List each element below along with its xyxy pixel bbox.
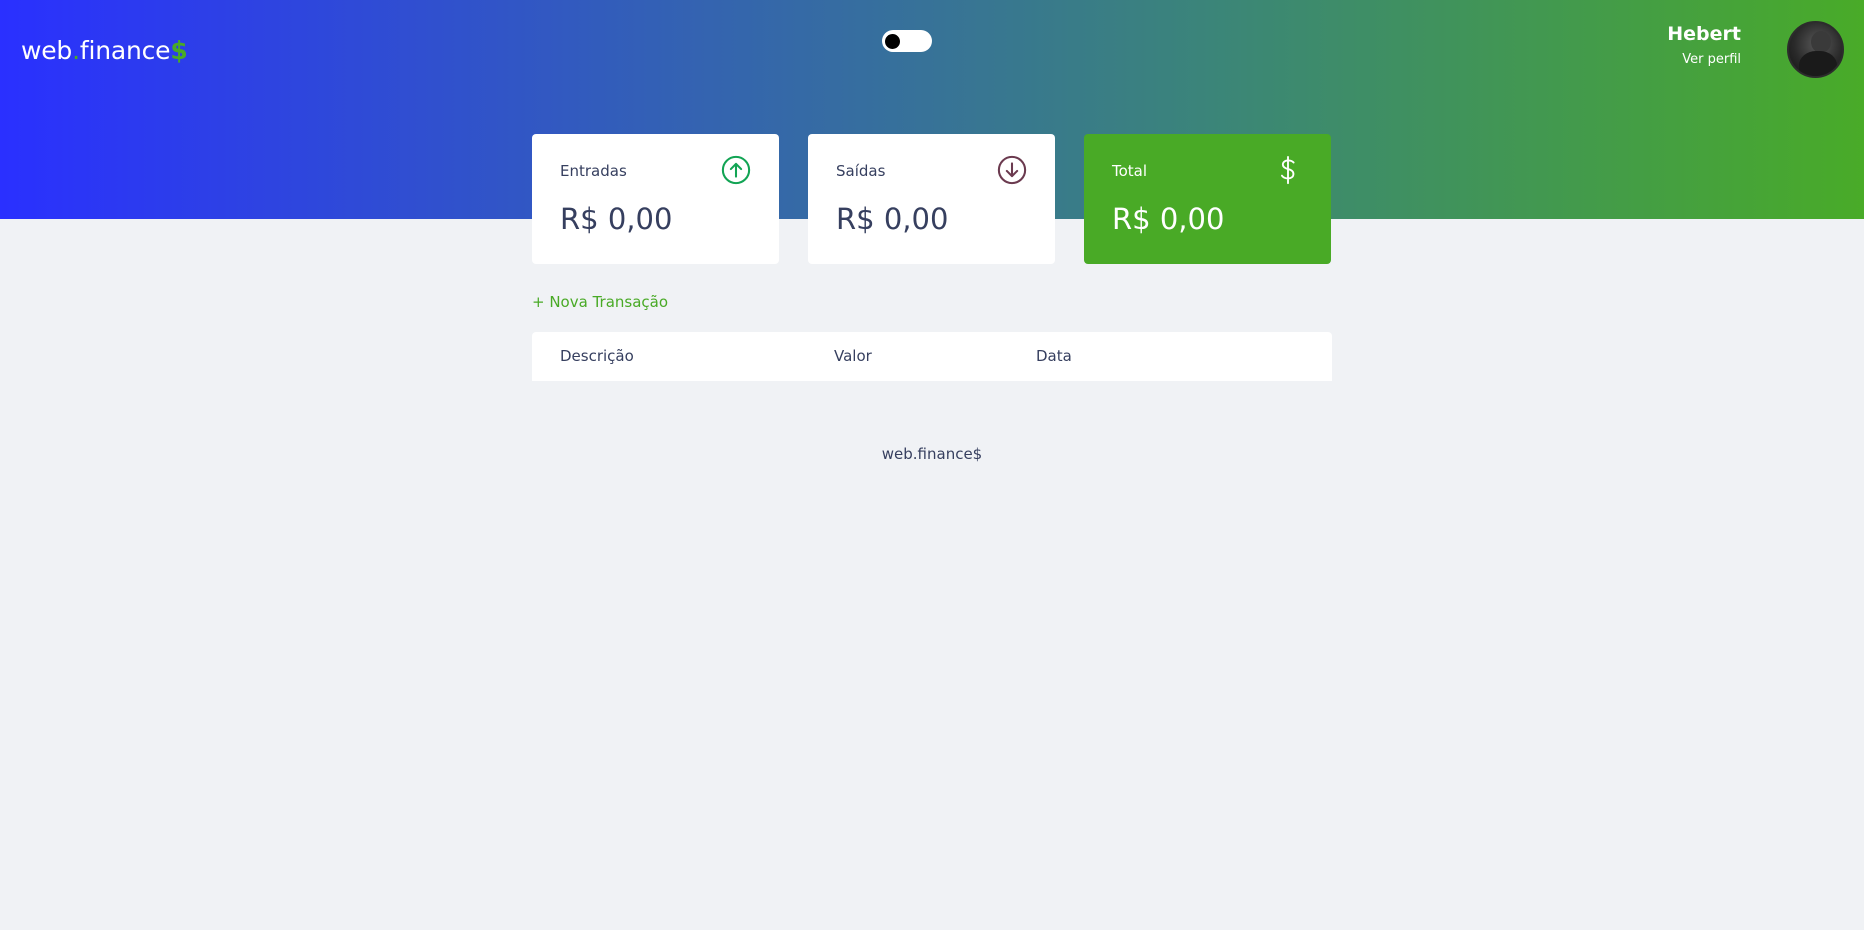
new-transaction-link[interactable]: + Nova Transação (532, 293, 668, 311)
income-amount: R$ 0,00 (560, 202, 673, 236)
income-card: Entradas R$ 0,00 (532, 134, 779, 264)
column-amount: Valor (834, 347, 872, 365)
transactions-table: Descrição Valor Data (532, 332, 1332, 381)
total-amount: R$ 0,00 (1112, 202, 1225, 236)
dollar-sign-icon (1280, 155, 1295, 185)
footer-text: web.finance$ (881, 445, 983, 463)
view-profile-link[interactable]: Ver perfil (1682, 52, 1741, 67)
column-date: Data (1036, 347, 1072, 365)
total-card: Total R$ 0,00 (1084, 134, 1331, 264)
arrow-up-circle-icon (721, 155, 751, 185)
logo-dollar: $ (170, 36, 188, 65)
expense-card: Saídas R$ 0,00 (808, 134, 1055, 264)
total-label: Total (1112, 162, 1148, 180)
avatar-body (1799, 51, 1837, 76)
expense-amount: R$ 0,00 (836, 202, 949, 236)
avatar-head (1811, 31, 1831, 53)
logo-web: web (21, 36, 73, 65)
arrow-down-circle-icon (997, 155, 1027, 185)
logo-finance: finance (79, 36, 171, 65)
profile-name: Hebert (1667, 23, 1741, 45)
income-label: Entradas (560, 162, 627, 180)
logo-dot: . (72, 36, 80, 65)
column-description: Descrição (560, 347, 634, 365)
theme-toggle[interactable] (882, 30, 932, 52)
footer: web.finance$ (0, 445, 1864, 463)
expense-label: Saídas (836, 162, 886, 180)
logo: web.finance$ (21, 36, 188, 65)
toggle-knob (885, 34, 900, 49)
avatar[interactable] (1787, 21, 1844, 78)
